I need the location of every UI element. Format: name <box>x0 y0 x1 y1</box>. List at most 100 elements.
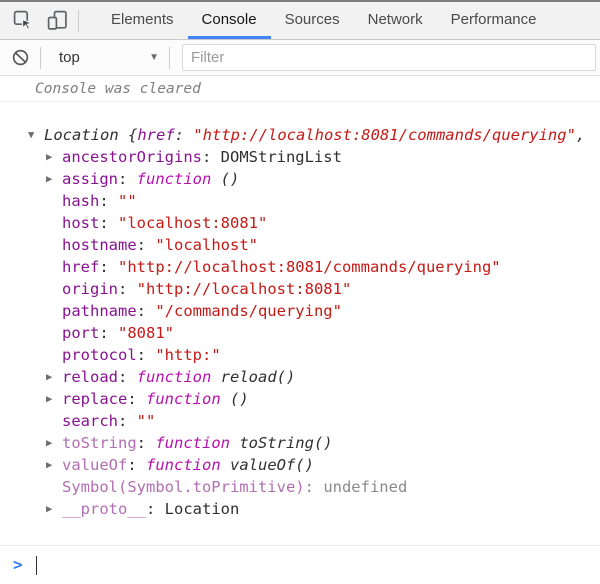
inspect-element-button[interactable] <box>6 2 40 39</box>
token-plain: : <box>99 324 118 342</box>
token-fnbody: toString() <box>230 434 333 452</box>
tab-performance[interactable]: Performance <box>437 2 551 39</box>
token-fnkw: function <box>137 170 212 188</box>
text-caret <box>36 556 38 575</box>
token-string: "http:" <box>155 346 220 364</box>
expand-icon[interactable]: ▶ <box>46 454 62 476</box>
tree-row-hostname: hostname: "localhost" <box>0 234 600 256</box>
tree-row-replace[interactable]: ▶replace: function () <box>0 388 600 410</box>
token-plain: : <box>118 368 137 386</box>
tree-row-protocol: protocol: "http:" <box>0 344 600 366</box>
console-cleared-message: Console was cleared <box>35 81 201 97</box>
token-plain: : <box>118 170 137 188</box>
tab-sources[interactable]: Sources <box>271 2 354 39</box>
token-string: "http://localhost:8081/commands/querying… <box>193 126 576 144</box>
collapse-icon[interactable]: ▼ <box>28 124 44 146</box>
tree-row-valueOf[interactable]: ▶valueOf: function valueOf() <box>0 454 600 476</box>
inspect-cursor-icon <box>13 10 34 31</box>
token-plain: : <box>99 214 118 232</box>
token-prop: hash <box>62 192 99 210</box>
token-string: "" <box>118 192 137 210</box>
token-fnbody: () <box>221 390 249 408</box>
console-toolbar: top ▼ <box>0 40 600 76</box>
token-fnbody: () <box>211 170 239 188</box>
token-plain: : <box>99 192 118 210</box>
tab-network[interactable]: Network <box>354 2 437 39</box>
tree-row-assign[interactable]: ▶assign: function () <box>0 168 600 190</box>
devtools-tab-bar: ElementsConsoleSourcesNetworkPerformance <box>0 0 600 40</box>
token-plain: : <box>118 280 137 298</box>
token-prop: port <box>62 324 99 342</box>
token-prop: search <box>62 412 118 430</box>
token-plain: Location <box>165 500 240 518</box>
console-prompt-icon: > <box>0 554 23 576</box>
toolbar-separator <box>40 47 41 69</box>
clear-console-button[interactable] <box>4 48 36 67</box>
token-plain: DOMStringList <box>221 148 342 166</box>
token-prop: reload <box>62 368 118 386</box>
token-prop: host <box>62 214 99 232</box>
tree-row-symbol-toPrimitive: Symbol(Symbol.toPrimitive): undefined <box>0 476 600 498</box>
tree-row-proto[interactable]: ▶__proto__: Location <box>0 498 600 520</box>
token-prop: protocol <box>62 346 137 364</box>
token-plain: : <box>137 236 156 254</box>
tree-row-search: search: "" <box>0 410 600 432</box>
token-dimprop: Symbol(Symbol.toPrimitive) <box>62 478 305 496</box>
token-muted: undefined <box>323 478 407 496</box>
tabbar-separator <box>78 10 79 32</box>
token-fnkw: function <box>137 368 212 386</box>
tree-row-ancestorOrigins[interactable]: ▶ancestorOrigins: DOMStringList <box>0 146 600 168</box>
expand-icon[interactable]: ▶ <box>46 388 62 410</box>
tree-row-href: href: "http://localhost:8081/commands/qu… <box>0 256 600 278</box>
token-string: "localhost" <box>155 236 258 254</box>
tree-row-origin: origin: "http://localhost:8081" <box>0 278 600 300</box>
tab-strip: ElementsConsoleSourcesNetworkPerformance <box>97 2 551 39</box>
expand-icon[interactable]: ▶ <box>46 146 62 168</box>
token-fnkw: function <box>155 434 230 452</box>
token-string: "" <box>137 412 156 430</box>
token-plain: : <box>137 346 156 364</box>
tree-row-hash: hash: "" <box>0 190 600 212</box>
token-fnkw: function <box>146 456 221 474</box>
token-muted: : <box>305 478 324 496</box>
devtools-window: ElementsConsoleSourcesNetworkPerformance… <box>0 0 600 584</box>
console-filter-input[interactable] <box>182 44 596 71</box>
token-string: "localhost:8081" <box>118 214 267 232</box>
console-prompt[interactable]: > <box>0 545 600 584</box>
toggle-device-toolbar-button[interactable] <box>40 2 74 39</box>
token-dimprop: toString <box>62 434 137 452</box>
expand-icon[interactable]: ▶ <box>46 168 62 190</box>
clear-console-icon <box>11 48 30 67</box>
expand-icon[interactable]: ▶ <box>46 498 62 520</box>
toolbar-separator-2 <box>169 47 170 69</box>
expand-icon[interactable]: ▶ <box>46 432 62 454</box>
token-prop: ancestorOrigins <box>62 148 202 166</box>
token-prop: href <box>62 258 99 276</box>
token-fnkw: function <box>146 390 221 408</box>
token-plain: : <box>127 456 146 474</box>
token-prop: replace <box>62 390 127 408</box>
token-prop: assign <box>62 170 118 188</box>
tree-row-pathname: pathname: "/commands/querying" <box>0 300 600 322</box>
tree-row-reload[interactable]: ▶reload: function reload() <box>0 366 600 388</box>
token-prop: origin <box>62 280 118 298</box>
token-plain: Location { <box>44 126 137 144</box>
token-plain: : <box>137 302 156 320</box>
token-plain: : <box>202 148 221 166</box>
token-prop: hostname <box>62 236 137 254</box>
tree-row-port: port: "8081" <box>0 322 600 344</box>
tree-row-toString[interactable]: ▶toString: function toString() <box>0 432 600 454</box>
token-string: "http://localhost:8081" <box>137 280 352 298</box>
expand-icon[interactable]: ▶ <box>46 366 62 388</box>
context-selector-value: top <box>59 49 80 66</box>
tree-row-host: host: "localhost:8081" <box>0 212 600 234</box>
console-info-row: Console was cleared <box>0 76 600 102</box>
execution-context-selector[interactable]: top ▼ <box>53 49 165 66</box>
token-fnbody: valueOf() <box>221 456 314 474</box>
token-prop: href <box>137 126 174 144</box>
tab-elements[interactable]: Elements <box>97 2 188 39</box>
object-tree: ▼Location {href: "http://localhost:8081/… <box>0 102 600 545</box>
token-dimprop: __proto__ <box>62 500 146 518</box>
tab-console[interactable]: Console <box>188 2 271 39</box>
tree-row-location-header[interactable]: ▼Location {href: "http://localhost:8081/… <box>0 124 600 146</box>
